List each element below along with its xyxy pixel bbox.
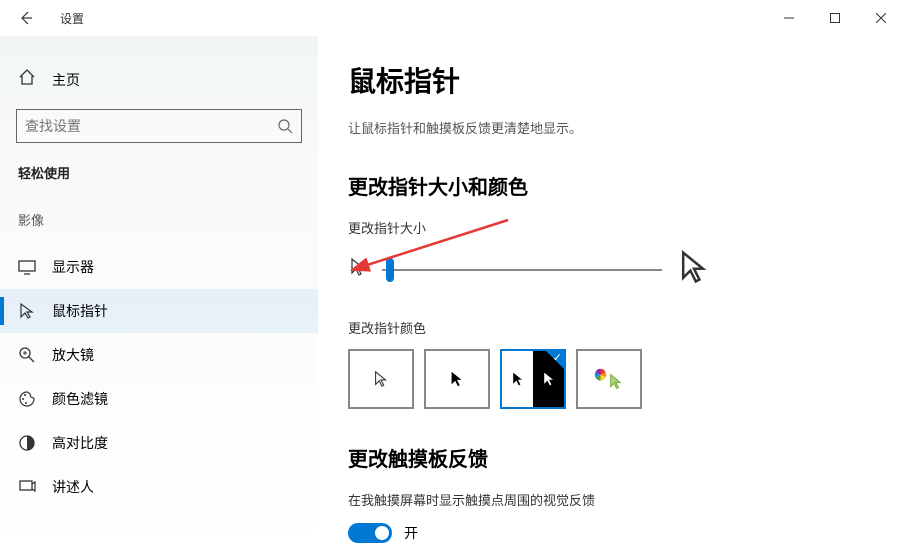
sidebar-item-label: 讲述人	[52, 477, 94, 497]
minimize-button[interactable]	[766, 2, 812, 34]
sidebar-item-label: 显示器	[52, 257, 94, 277]
touch-desc: 在我触摸屏幕时显示触摸点周围的视觉反馈	[348, 490, 874, 509]
pointer-color-black[interactable]	[424, 349, 490, 409]
subheader: 影像	[0, 200, 318, 245]
home-icon	[18, 68, 36, 91]
narrator-icon	[18, 478, 36, 496]
pointer-color-inverted[interactable]: ✓	[500, 349, 566, 409]
maximize-button[interactable]	[812, 2, 858, 34]
cursor-large-icon	[676, 249, 712, 290]
home-label: 主页	[52, 70, 80, 90]
search-input[interactable]	[25, 118, 277, 134]
sidebar-item-label: 高对比度	[52, 433, 108, 453]
label-pointer-color: 更改指针颜色	[348, 318, 874, 337]
back-button[interactable]	[16, 8, 36, 28]
window-title: 设置	[60, 10, 84, 27]
section-size-color: 更改指针大小和颜色	[348, 171, 874, 200]
sidebar-item-high-contrast[interactable]: 高对比度	[0, 421, 318, 465]
monitor-icon	[18, 258, 36, 276]
slider-thumb[interactable]	[386, 258, 394, 282]
sidebar-item-label: 鼠标指针	[52, 301, 108, 321]
pointer-color-white[interactable]	[348, 349, 414, 409]
toggle-label: 开	[404, 523, 418, 543]
section-header: 轻松使用	[0, 163, 318, 200]
close-button[interactable]	[858, 2, 904, 34]
pointer-color-custom[interactable]	[576, 349, 642, 409]
palette-icon	[18, 390, 36, 408]
touch-feedback-toggle[interactable]	[348, 523, 392, 543]
search-input-container[interactable]	[16, 109, 302, 143]
magnifier-icon	[18, 346, 36, 364]
sidebar-item-display[interactable]: 显示器	[0, 245, 318, 289]
sidebar-item-mouse-pointer[interactable]: 鼠标指针	[0, 289, 318, 333]
sidebar-item-label: 放大镜	[52, 345, 94, 365]
cursor-small-icon	[348, 257, 368, 282]
label-pointer-size: 更改指针大小	[348, 218, 874, 237]
cursor-icon	[18, 302, 36, 320]
sidebar-item-magnifier[interactable]: 放大镜	[0, 333, 318, 377]
pointer-size-slider[interactable]	[382, 269, 662, 271]
sidebar-item-label: 颜色滤镜	[52, 389, 108, 409]
contrast-icon	[18, 434, 36, 452]
sidebar-item-narrator[interactable]: 讲述人	[0, 465, 318, 509]
page-description: 让鼠标指针和触摸板反馈更清楚地显示。	[348, 118, 874, 137]
sidebar-item-color-filters[interactable]: 颜色滤镜	[0, 377, 318, 421]
search-icon	[277, 118, 293, 134]
home-nav[interactable]: 主页	[0, 60, 318, 109]
section-touch: 更改触摸板反馈	[348, 443, 874, 472]
page-title: 鼠标指针	[348, 60, 874, 100]
